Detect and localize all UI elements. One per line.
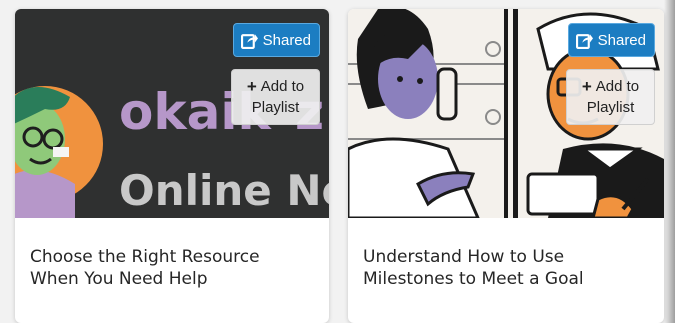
tagline-text: Online Now — [119, 166, 329, 215]
shared-label: Shared — [262, 31, 311, 49]
card-title-line2: When You Need Help — [30, 269, 208, 289]
add-label-line1: Add to — [260, 78, 305, 95]
shared-button[interactable]: Shared — [232, 23, 320, 57]
add-label-line1: Add to — [595, 78, 640, 95]
plus-icon: + — [246, 77, 257, 96]
add-label-line2: Playlist — [251, 99, 300, 116]
plus-icon: + — [581, 77, 592, 96]
share-icon — [240, 33, 258, 49]
scroll-edge-shadow — [664, 0, 675, 323]
shared-button[interactable]: Shared — [567, 23, 655, 57]
add-to-playlist-button[interactable]: + Add to Playlist — [231, 69, 320, 125]
shared-label: Shared — [597, 31, 646, 49]
add-label-line2: Playlist — [586, 99, 635, 116]
share-icon — [575, 33, 593, 49]
card-title[interactable]: Choose the Right Resource When You Need … — [30, 246, 316, 290]
card-title-line2: Milestones to Meet a Goal — [363, 269, 584, 289]
resource-card[interactable]: okaik z Online Now Shared +Add to Playli… — [15, 9, 329, 323]
card-title-line1: Understand How to Use — [363, 247, 565, 267]
resource-card[interactable]: Shared + Add to Playlist Understand How t… — [348, 9, 664, 323]
add-to-playlist-button[interactable]: + Add to Playlist — [566, 69, 655, 125]
card-title-line1: Choose the Right Resource — [30, 247, 260, 267]
card-title[interactable]: Understand How to Use Milestones to Meet… — [363, 246, 649, 290]
